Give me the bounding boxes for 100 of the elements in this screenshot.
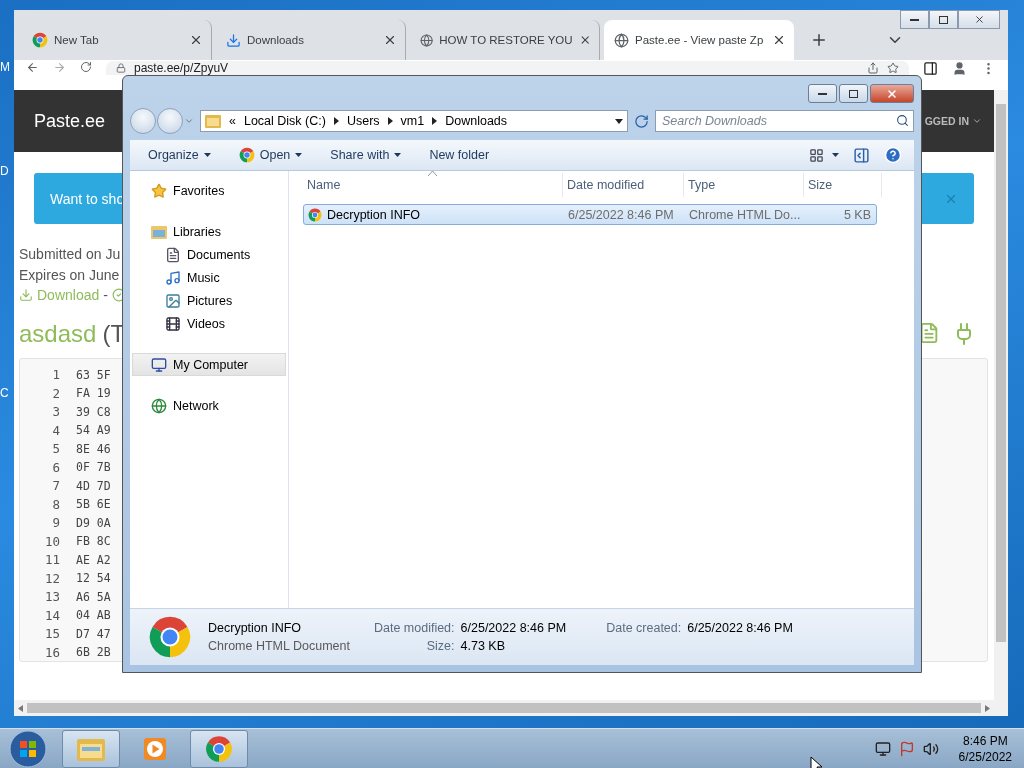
account-menu[interactable]: GGED IN: [924, 115, 982, 127]
close-icon: [973, 14, 985, 25]
dropdown-arrow-icon[interactable]: [832, 153, 839, 157]
refresh-icon[interactable]: [634, 113, 649, 129]
music-note-icon: [165, 269, 181, 286]
line-number: 1: [51, 367, 60, 383]
code-line: 04 AB: [76, 608, 111, 623]
scroll-right-icon[interactable]: [985, 704, 990, 712]
details-file-type: Chrome HTML Document: [208, 639, 350, 653]
chrome-icon: [238, 147, 255, 163]
help-icon[interactable]: [884, 146, 902, 164]
breadcrumb-item[interactable]: Users: [346, 114, 380, 128]
picture-icon: [165, 292, 181, 309]
address-bar[interactable]: paste.ee/p/ZpyuV: [106, 61, 909, 75]
close-icon[interactable]: [189, 33, 203, 47]
line-number: 12: [43, 570, 60, 586]
line-number: 9: [51, 515, 60, 531]
code-line: 8E 46: [76, 441, 111, 456]
code-line: 63 5F: [76, 367, 111, 382]
scroll-thumb[interactable]: [996, 104, 1006, 642]
new-tab-icon[interactable]: [810, 31, 828, 49]
profile-icon[interactable]: [952, 61, 967, 76]
breadcrumb-item[interactable]: Downloads: [445, 114, 508, 128]
volume-icon[interactable]: [922, 741, 939, 757]
navigation-item[interactable]: Music: [132, 266, 286, 289]
details-label: Date created:: [606, 621, 682, 635]
side-panel-icon[interactable]: [923, 61, 938, 76]
scroll-left-icon[interactable]: [18, 704, 23, 712]
desktop-icon-label: D: [0, 164, 9, 178]
site-logo[interactable]: Paste.ee: [34, 110, 106, 132]
navigation-item[interactable]: My Computer: [132, 353, 286, 376]
desktop-icon-label: C: [0, 386, 9, 400]
close-icon[interactable]: [383, 33, 397, 47]
computer-icon: [151, 356, 167, 373]
start-button-icon[interactable]: [8, 729, 48, 768]
breadcrumb-item[interactable]: Local Disk (C:): [243, 114, 326, 128]
paste-meta-text: Submitted on Ju: [19, 245, 121, 264]
horizontal-scrollbar[interactable]: [14, 700, 994, 716]
column-header[interactable]: Size: [804, 173, 882, 197]
taskbar-button[interactable]: [190, 730, 248, 768]
line-number: 7: [51, 478, 60, 494]
dropdown-arrow-icon[interactable]: [615, 118, 623, 124]
code-line: 4D 7D: [76, 478, 111, 493]
line-number: 13: [43, 589, 60, 605]
clock[interactable]: 8:46 PM 6/25/2022: [958, 733, 1012, 765]
reload-icon[interactable]: [80, 61, 92, 73]
preview-pane-icon[interactable]: [853, 146, 870, 164]
chrome-icon: [32, 32, 48, 48]
vertical-scrollbar[interactable]: [994, 90, 1008, 716]
share-icon[interactable]: [867, 62, 879, 74]
column-header[interactable]: Date modified: [563, 173, 684, 197]
details-value: 4.73 KB: [460, 639, 507, 653]
navigation-item[interactable]: Libraries: [132, 220, 286, 243]
maximize-button[interactable]: [839, 84, 868, 103]
address-bar[interactable]: « Local Disk (C:) Users vm1 Downloads: [200, 110, 628, 132]
toolbar-button[interactable]: Share with: [324, 145, 408, 165]
navigation-item[interactable]: Videos: [132, 312, 286, 335]
navigation-item[interactable]: Documents: [132, 243, 286, 266]
search-icon[interactable]: [896, 114, 909, 127]
taskbar-button[interactable]: [62, 730, 120, 768]
paste-meta-text: Expires on June: [19, 265, 120, 285]
breadcrumb-item[interactable]: vm1: [400, 114, 425, 128]
line-number: 16: [43, 644, 60, 660]
code-line: D9 0A: [76, 515, 111, 530]
details-label: Date modified:: [373, 621, 455, 635]
column-header[interactable]: Name: [303, 173, 563, 197]
scroll-thumb[interactable]: [27, 703, 981, 713]
view-options-icon[interactable]: [809, 147, 824, 163]
network-icon[interactable]: [874, 741, 891, 757]
file-name: Decryption INFO: [304, 207, 564, 222]
details-value: 6/25/2022 8:46 PM: [687, 621, 793, 635]
column-header[interactable]: Type: [684, 173, 804, 197]
action-center-flag-icon[interactable]: [898, 741, 915, 757]
line-number: 15: [43, 626, 60, 642]
file-row[interactable]: Decryption INFO 6/25/2022 8:46 PM Chrome HTML Do... 5 KB: [303, 204, 877, 225]
details-value: 6/25/2022 8:46 PM: [460, 621, 567, 635]
minimize-button[interactable]: [808, 84, 837, 103]
line-number: 14: [43, 607, 60, 623]
navigation-item[interactable]: Network: [132, 394, 286, 417]
back-icon[interactable]: [26, 61, 39, 74]
line-number: 5: [51, 441, 60, 457]
minimize-button[interactable]: [900, 10, 929, 29]
paste-title: asdasd: [19, 319, 97, 348]
separator-text: -: [103, 286, 108, 305]
chrome-icon: [148, 615, 192, 659]
line-number: 8: [51, 496, 60, 512]
maximize-icon: [939, 15, 948, 24]
bookmark-star-icon[interactable]: [887, 62, 899, 74]
maximize-button[interactable]: [929, 10, 958, 29]
browser-tab[interactable]: Paste.ee - View paste Zp: [604, 20, 794, 60]
toolbar-button[interactable]: Open: [232, 144, 309, 166]
toolbar-button[interactable]: New folder: [423, 145, 496, 165]
navigation-item[interactable]: Pictures: [132, 289, 286, 312]
download-icon: [19, 288, 33, 303]
globe-icon: [420, 32, 434, 48]
library-folder-icon: [151, 224, 167, 239]
search-field[interactable]: Search Downloads: [655, 110, 914, 132]
navigation-item[interactable]: Favorites: [132, 179, 286, 202]
close-icon[interactable]: [772, 33, 786, 47]
toolbar-button[interactable]: Organize: [142, 145, 217, 165]
